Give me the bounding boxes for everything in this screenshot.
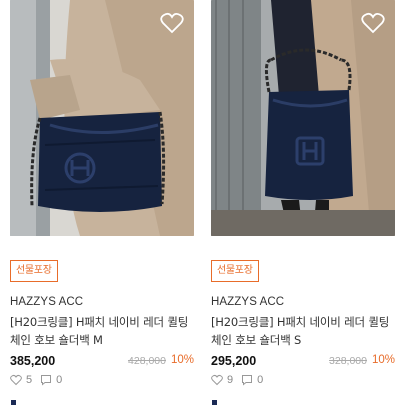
discount-rate: 10% [371,354,395,366]
sale-price: 295,200 [211,354,257,368]
review-count: 0 [56,374,63,386]
original-price: 428,000 [128,355,166,367]
product-photo [10,0,194,236]
comment-icon [40,374,52,386]
product-image[interactable] [211,0,395,236]
discount-rate: 10% [170,354,194,366]
wishlist-heart-icon[interactable] [160,12,184,34]
original-price: 328,000 [329,355,367,367]
like-count: 9 [227,374,234,386]
brand-name[interactable]: HAZZYS ACC [10,296,83,308]
heart-icon [10,374,22,386]
product-name[interactable]: [H20크링클] H패치 네이비 레더 퀼팅 체인 호보 숄더백 M [10,313,194,349]
product-image[interactable] [10,0,194,236]
product-card[interactable]: 선물포장 HAZZYS ACC [H20크링클] H패치 네이비 레더 퀼팅 체… [211,0,395,405]
product-stats: 9 0 [211,373,271,387]
sale-price: 385,200 [10,354,56,368]
like-count: 5 [26,374,33,386]
heart-icon [211,374,223,386]
color-swatch[interactable] [11,400,16,405]
product-grid: 선물포장 HAZZYS ACC [H20크링클] H패치 네이비 레더 퀼팅 체… [0,0,400,409]
price-row: 385,200 428,000 10% [10,354,194,370]
wishlist-heart-icon[interactable] [361,12,385,34]
color-swatch[interactable] [212,400,217,405]
product-name[interactable]: [H20크링클] H패치 네이비 레더 퀼팅 체인 호보 숄더백 S [211,313,395,349]
brand-name[interactable]: HAZZYS ACC [211,296,284,308]
product-card[interactable]: 선물포장 HAZZYS ACC [H20크링클] H패치 네이비 레더 퀼팅 체… [10,0,194,405]
product-stats: 5 0 [10,373,70,387]
gift-wrap-badge: 선물포장 [211,260,259,282]
comment-icon [241,374,253,386]
gift-wrap-badge: 선물포장 [10,260,58,282]
product-photo [211,0,395,236]
price-row: 295,200 328,000 10% [211,354,395,370]
review-count: 0 [257,374,264,386]
